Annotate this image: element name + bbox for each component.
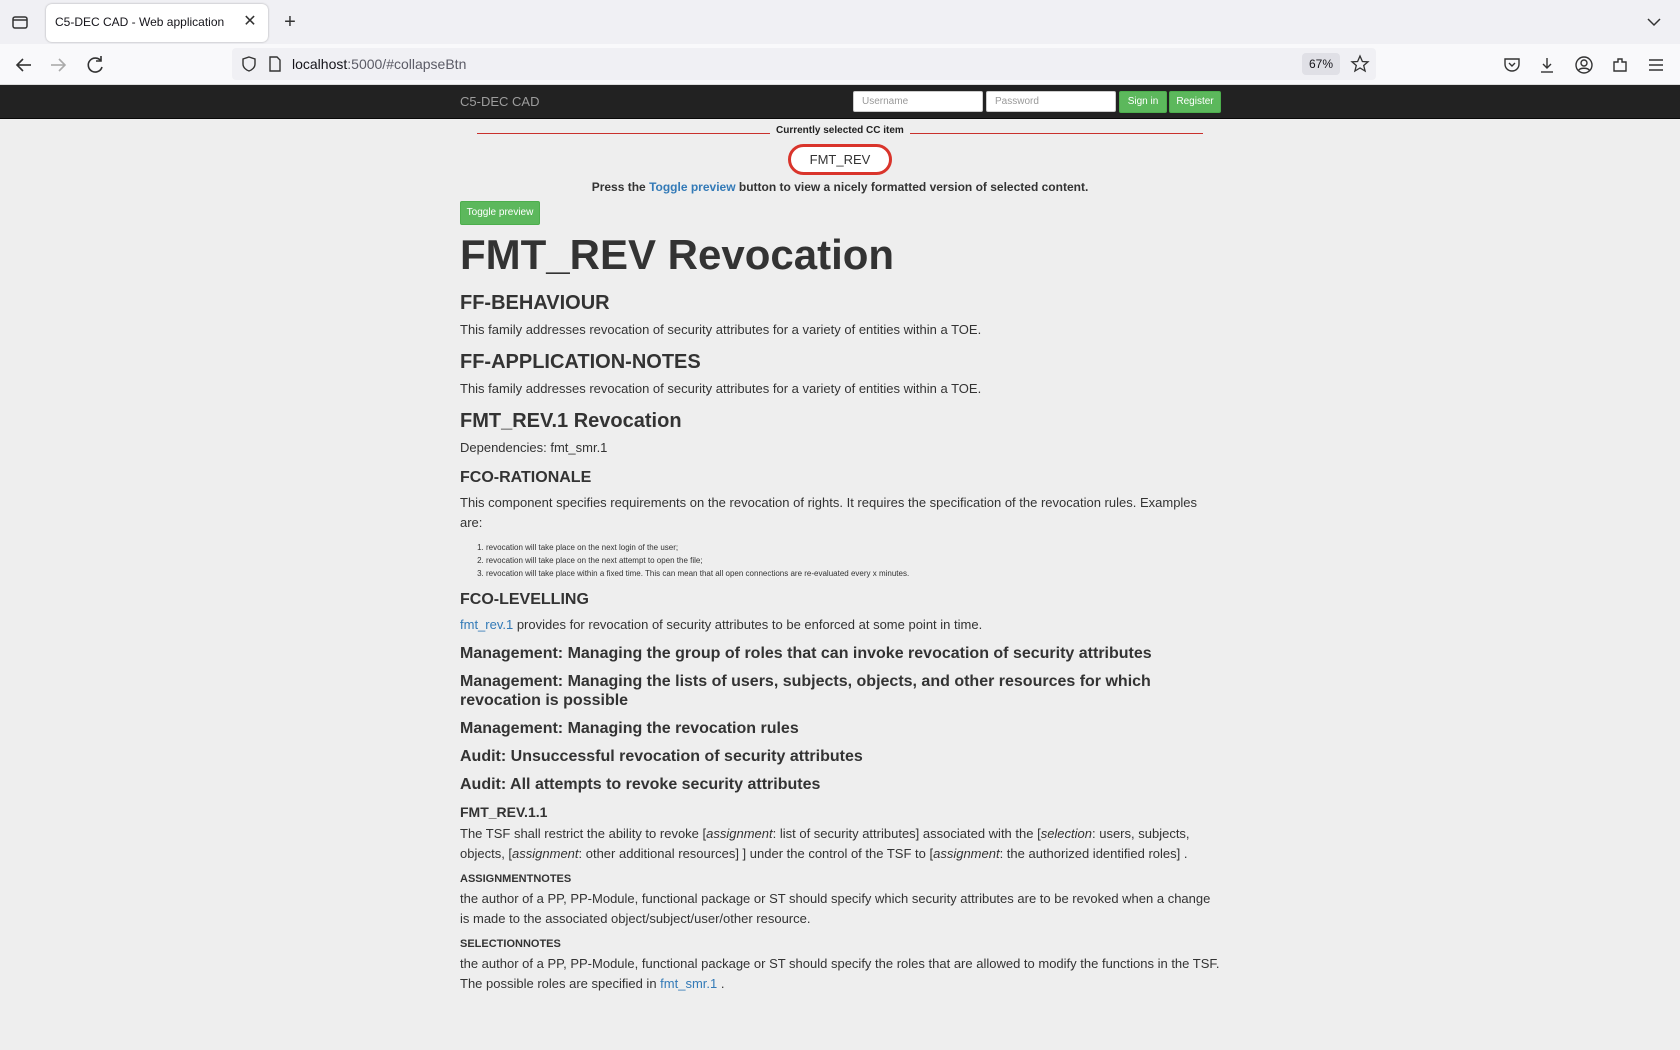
- sign-in-button[interactable]: Sign in: [1119, 91, 1167, 113]
- element-italic-part: assignment: [706, 826, 773, 841]
- register-button[interactable]: Register: [1169, 91, 1221, 113]
- shield-icon[interactable]: [240, 55, 258, 73]
- account-icon[interactable]: [1574, 55, 1594, 75]
- selection-notes-text: the author of a PP, PP-Module, functiona…: [460, 954, 1220, 994]
- url-bar[interactable]: localhost:5000/#collapseBtn 67%: [232, 48, 1376, 80]
- component-heading: FMT_REV.1 Revocation: [460, 410, 682, 432]
- management-heading-2: Management: Managing the lists of users,…: [460, 673, 1151, 709]
- browser-tab-bar: C5-DEC CAD - Web application ✕ +: [0, 0, 1680, 44]
- username-input[interactable]: [853, 91, 983, 112]
- levelling-heading: FCO-LEVELLING: [460, 591, 589, 608]
- list-item: revocation will take place within a fixe…: [486, 567, 1220, 580]
- element-heading: FMT_REV.1.1: [460, 804, 548, 820]
- menu-hamburger-icon[interactable]: [1646, 55, 1666, 75]
- list-item: revocation will take place on the next a…: [486, 554, 1220, 567]
- new-tab-icon[interactable]: +: [279, 11, 301, 33]
- list-item: revocation will take place on the next l…: [486, 541, 1220, 554]
- browser-tab-active[interactable]: C5-DEC CAD - Web application ✕: [46, 4, 268, 42]
- management-heading-3: Management: Managing the revocation rule…: [460, 720, 799, 737]
- audit-heading-1: Audit: Unsuccessful revocation of securi…: [460, 748, 863, 765]
- rationale-text: This component specifies requirements on…: [460, 495, 1198, 530]
- hint-prefix: Press the: [591, 180, 650, 194]
- password-input[interactable]: [986, 91, 1116, 112]
- tab-list-icon[interactable]: [10, 12, 30, 32]
- url-text[interactable]: localhost:5000/#collapseBtn: [292, 56, 466, 72]
- forward-arrow-icon[interactable]: [46, 53, 70, 77]
- behaviour-text: This family addresses revocation of secu…: [460, 322, 982, 337]
- toggle-preview-button[interactable]: Toggle preview: [460, 201, 540, 225]
- selection-label: Currently selected CC item: [770, 125, 910, 136]
- url-host: localhost: [292, 56, 348, 72]
- element-text-part: : list of security attributes] associate…: [772, 826, 1041, 841]
- bookmark-star-icon[interactable]: [1350, 54, 1370, 74]
- rationale-heading: FCO-RATIONALE: [460, 469, 592, 486]
- application-notes-heading: FF-APPLICATION-NOTES: [460, 351, 701, 373]
- url-path: :5000/#collapseBtn: [347, 56, 467, 72]
- behaviour-heading: FF-BEHAVIOUR: [460, 292, 610, 314]
- app-navbar: C5-DEC CAD Sign in Register: [0, 85, 1680, 119]
- selection-notes-link[interactable]: fmt_smr.1: [660, 976, 717, 991]
- element-italic-part: selection: [1040, 826, 1092, 841]
- assignment-notes-text: the author of a PP, PP-Module, functiona…: [460, 891, 1211, 926]
- selection-notes-end: .: [717, 976, 725, 991]
- chevron-down-icon[interactable]: [1644, 12, 1664, 32]
- management-heading-1: Management: Managing the group of roles …: [460, 645, 1152, 662]
- element-text: The TSF shall restrict the ability to re…: [460, 824, 1220, 864]
- hint-suffix: button to view a nicely formatted versio…: [735, 180, 1089, 194]
- element-italic-part: assignment: [512, 846, 579, 861]
- reload-icon[interactable]: [84, 53, 108, 77]
- levelling-link[interactable]: fmt_rev.1: [460, 617, 513, 632]
- download-icon[interactable]: [1537, 55, 1557, 75]
- selection-notes-heading: SELECTIONNOTES: [460, 938, 561, 950]
- examples-list: revocation will take place on the next l…: [486, 541, 1220, 580]
- document-title: FMT_REV Revocation: [460, 231, 895, 278]
- extensions-icon[interactable]: [1610, 55, 1630, 75]
- levelling-text: fmt_rev.1 provides for revocation of sec…: [460, 615, 1220, 635]
- element-text-part: The TSF shall restrict the ability to re…: [460, 826, 707, 841]
- browser-nav-bar: localhost:5000/#collapseBtn 67%: [0, 44, 1680, 85]
- dependencies-text: Dependencies: fmt_smr.1: [460, 440, 608, 455]
- pocket-icon[interactable]: [1502, 55, 1522, 75]
- selection-notes-body: the author of a PP, PP-Module, functiona…: [460, 956, 1220, 991]
- element-text-part: : the authorized identified roles] .: [999, 846, 1188, 861]
- element-italic-part: assignment: [933, 846, 1000, 861]
- close-tab-icon[interactable]: ✕: [240, 12, 260, 32]
- page-icon[interactable]: [266, 55, 284, 73]
- element-text-part: : other additional resources] ] under th…: [578, 846, 934, 861]
- zoom-level-badge[interactable]: 67%: [1302, 53, 1341, 75]
- audit-heading-2: Audit: All attempts to revoke security a…: [460, 776, 821, 793]
- preview-hint: Press the Toggle preview button to view …: [460, 180, 1220, 194]
- app-brand[interactable]: C5-DEC CAD: [460, 94, 539, 109]
- hint-link: Toggle preview: [649, 180, 736, 194]
- application-notes-text: This family addresses revocation of secu…: [460, 381, 982, 396]
- document-preview: FMT_REV Revocation FF-BEHAVIOUR This fam…: [460, 231, 1220, 1002]
- levelling-text-rest: provides for revocation of security attr…: [513, 617, 983, 632]
- assignment-notes-heading: ASSIGNMENTNOTES: [460, 873, 572, 885]
- back-arrow-icon[interactable]: [12, 53, 36, 77]
- tab-title: C5-DEC CAD - Web application: [55, 15, 225, 29]
- selected-item-badge: FMT_REV: [788, 144, 892, 175]
